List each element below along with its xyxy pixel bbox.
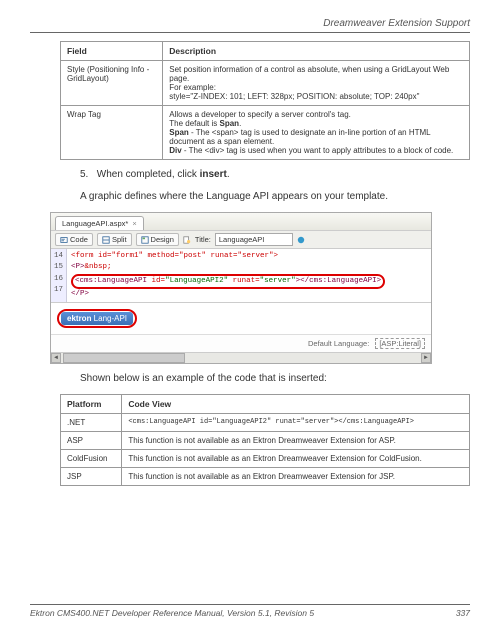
table-row: Style (Positioning Info - GridLayout) Se… [61, 61, 470, 106]
cell-code: This function is not available as an Ekt… [122, 450, 470, 468]
code-line: <P>&nbsp; [71, 262, 427, 273]
view-toolbar: Code Split Design Title: LanguageAPI [51, 230, 431, 249]
code-line-highlighted: <cms:LanguageAPI id="LanguageAPI2" runat… [71, 274, 427, 289]
code-line: </P> [71, 289, 427, 300]
cell-code: This function is not available as an Ekt… [122, 432, 470, 450]
code-lines: <form id="form1" method="post" runat="se… [67, 249, 431, 302]
control-badge-highlight: ektron Lang-API [57, 309, 137, 328]
property-label: Default Language: [308, 339, 369, 348]
file-tab[interactable]: LanguageAPI.aspx*× [55, 216, 144, 230]
cell-description: Set position information of a control as… [163, 61, 470, 106]
dreamweaver-screenshot: LanguageAPI.aspx*× Code Split Design Tit… [50, 212, 432, 364]
title-input[interactable]: LanguageAPI [215, 233, 293, 246]
cell-code: <cms:LanguageAPI id="LanguageAPI2" runat… [122, 414, 470, 432]
page-header: Dreamweaver Extension Support [30, 18, 470, 29]
split-icon [102, 236, 110, 244]
ektron-control-badge[interactable]: ektron Lang-API [61, 312, 133, 325]
table-row: ColdFusion This function is not availabl… [61, 450, 470, 468]
tab-bar: LanguageAPI.aspx*× [51, 213, 431, 230]
table-row: ASP This function is not available as an… [61, 432, 470, 450]
scroll-left-button[interactable]: ◄ [51, 353, 61, 363]
th-field: Field [61, 42, 163, 61]
platform-code-table: Platform Code View .NET <cms:LanguageAPI… [60, 394, 470, 486]
cell-platform: ASP [61, 432, 122, 450]
cell-description: Allows a developer to specify a server c… [163, 106, 470, 160]
paragraph: A graphic defines where the Language API… [80, 190, 470, 204]
th-platform: Platform [61, 395, 122, 414]
document-options-icon[interactable] [183, 236, 191, 244]
step-5: 5. When completed, click insert. [80, 168, 470, 182]
scroll-thumb[interactable] [63, 353, 185, 363]
cell-platform: .NET [61, 414, 122, 432]
browser-check-icon[interactable] [297, 236, 305, 244]
th-codeview: Code View [122, 395, 470, 414]
cell-platform: JSP [61, 468, 122, 486]
cell-field: Style (Positioning Info - GridLayout) [61, 61, 163, 106]
footer-title: Ektron CMS400.NET Developer Reference Ma… [30, 608, 314, 618]
horizontal-scrollbar[interactable]: ◄ ► [51, 352, 431, 363]
cell-platform: ColdFusion [61, 450, 122, 468]
property-value: [ASP:Literal] [375, 338, 425, 349]
close-icon[interactable]: × [132, 219, 136, 228]
step-number: 5. [80, 168, 94, 182]
design-icon [141, 236, 149, 244]
paragraph: Shown below is an example of the code th… [80, 372, 470, 386]
design-view-button[interactable]: Design [136, 233, 179, 246]
cell-code: This function is not available as an Ekt… [122, 468, 470, 486]
property-row: Default Language: [ASP:Literal] [51, 334, 431, 352]
table-row: .NET <cms:LanguageAPI id="LanguageAPI2" … [61, 414, 470, 432]
split-view-button[interactable]: Split [97, 233, 132, 246]
page-number: 337 [456, 608, 470, 618]
code-line: <form id="form1" method="post" runat="se… [71, 251, 427, 262]
page-footer: Ektron CMS400.NET Developer Reference Ma… [30, 604, 470, 618]
code-view-button[interactable]: Code [55, 233, 93, 246]
table-row: Wrap Tag Allows a developer to specify a… [61, 106, 470, 160]
line-gutter: 14 15 16 17 [51, 249, 67, 302]
document-page: Dreamweaver Extension Support Field Desc… [0, 0, 500, 633]
code-editor[interactable]: 14 15 16 17 <form id="form1" method="pos… [51, 249, 431, 302]
code-icon [60, 236, 68, 244]
table-row: JSP This function is not available as an… [61, 468, 470, 486]
footer-rule [30, 604, 470, 605]
cell-field: Wrap Tag [61, 106, 163, 160]
scroll-right-button[interactable]: ► [421, 353, 431, 363]
th-description: Description [163, 42, 470, 61]
title-label: Title: [195, 235, 211, 244]
design-pane[interactable]: ektron Lang-API [51, 302, 431, 334]
header-rule [30, 32, 470, 33]
field-description-table: Field Description Style (Positioning Inf… [60, 41, 470, 160]
